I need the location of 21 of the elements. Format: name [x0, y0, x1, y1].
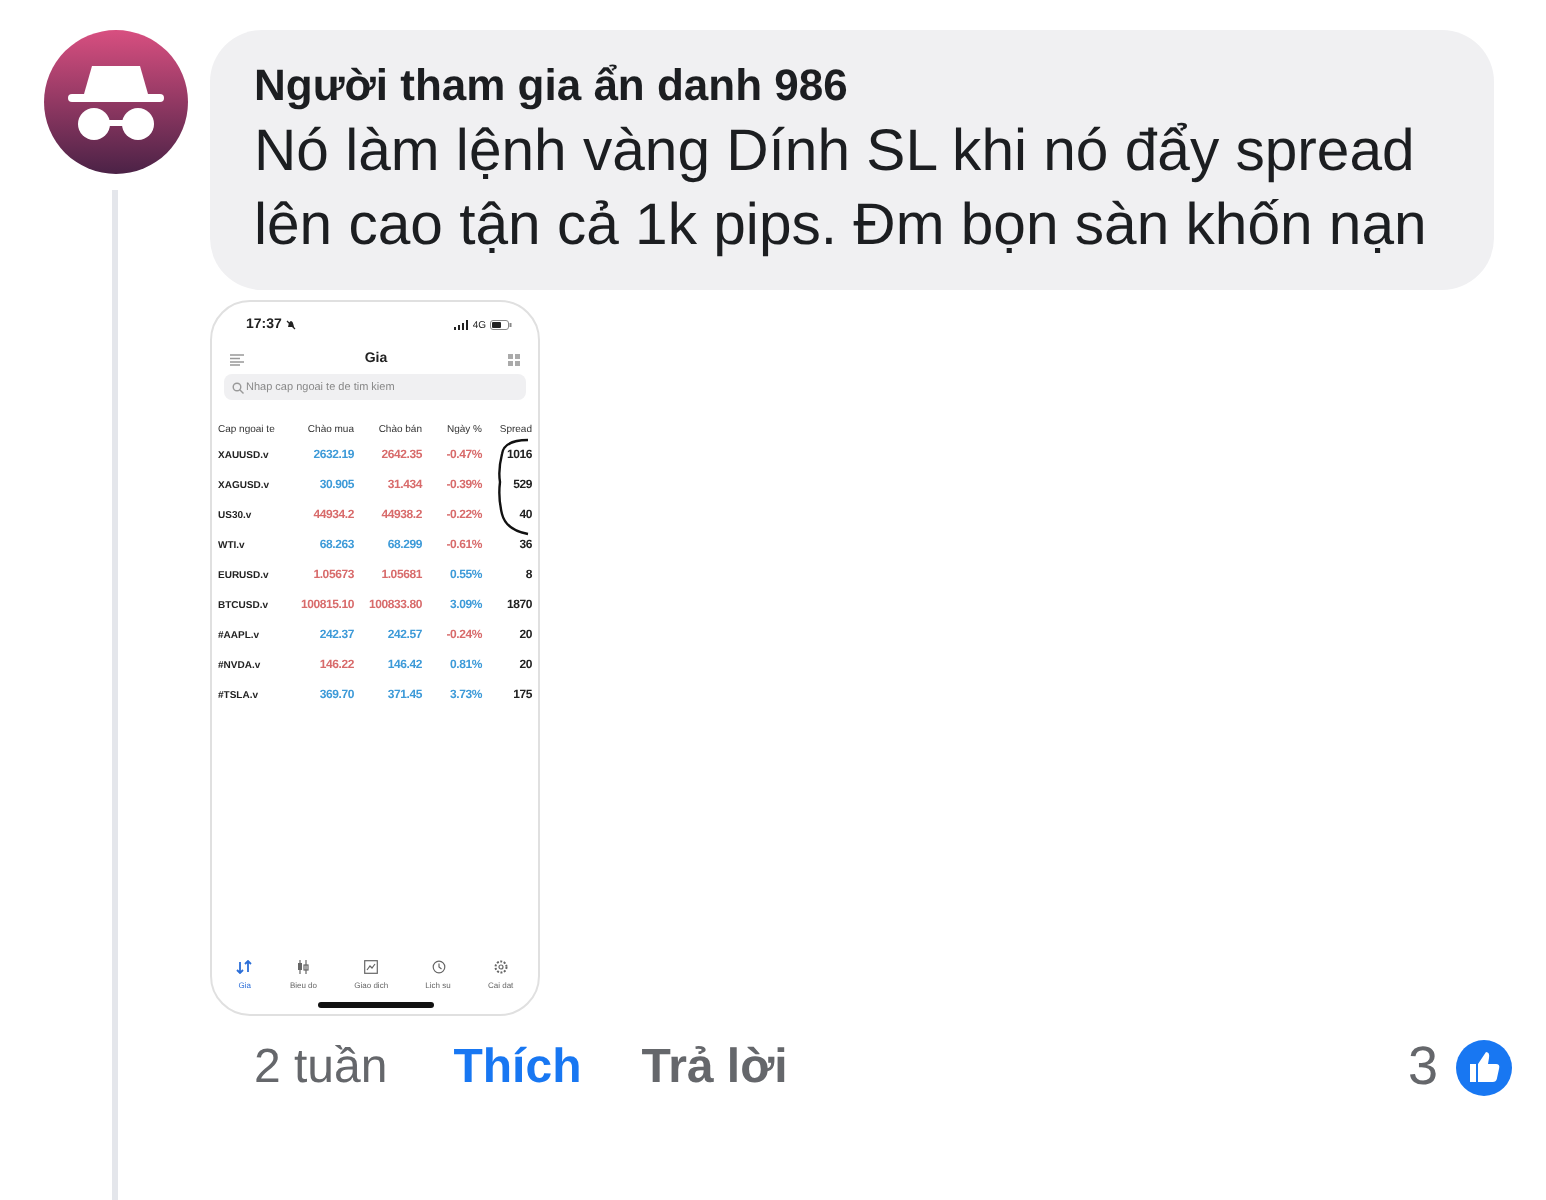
like-icon[interactable] [1454, 1037, 1514, 1097]
menu-icon[interactable] [230, 353, 244, 365]
search-icon [232, 381, 244, 393]
reply-link[interactable]: Trả lời [641, 1039, 788, 1095]
bell-muted-icon [285, 320, 296, 330]
settings-icon [493, 960, 508, 974]
chart-icon [364, 960, 379, 974]
attached-screenshot[interactable] [210, 300, 540, 1016]
history-icon [431, 960, 446, 974]
home-indicator [317, 1002, 433, 1008]
incognito-icon [63, 62, 167, 142]
candlestick-icon [296, 960, 311, 974]
grid-icon[interactable] [507, 353, 520, 365]
comment-time: 2 tuần [254, 1039, 388, 1095]
reaction-count: 3 [1407, 1036, 1438, 1098]
signal-icon [454, 320, 469, 330]
battery-icon [490, 320, 512, 330]
author-name[interactable]: Người tham gia ẩn danh 986 [254, 58, 1438, 114]
like-link[interactable]: Thích [453, 1039, 582, 1095]
comment-text: Nó làm lệnh vàng Dính SL khi nó đẩy spread lên cao tận cả 1k pips. Đm bọn sàn khốn nạn [254, 116, 1429, 262]
arrows-icon [236, 960, 253, 974]
